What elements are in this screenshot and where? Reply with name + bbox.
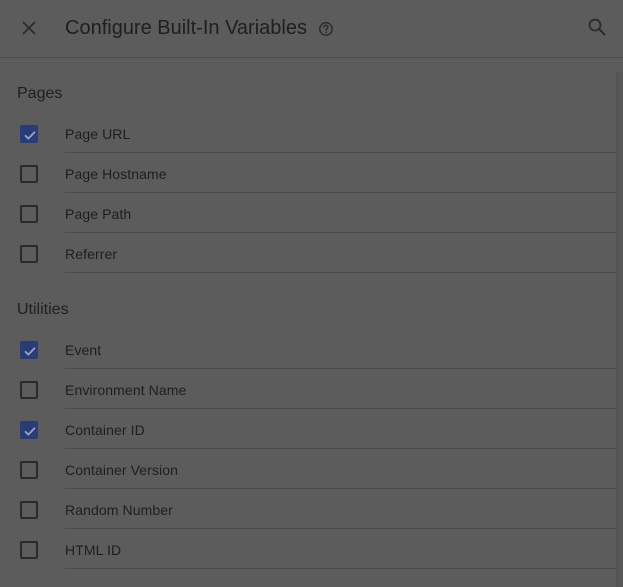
checkbox-referrer[interactable] xyxy=(20,245,38,263)
variable-label: Environment Name xyxy=(65,382,187,398)
variable-row-page-hostname[interactable]: Page Hostname xyxy=(0,153,616,193)
help-icon[interactable] xyxy=(318,21,334,37)
variable-row-referrer[interactable]: Referrer xyxy=(0,233,616,273)
close-icon xyxy=(22,21,36,35)
variable-row-html-id[interactable]: HTML ID xyxy=(0,529,616,569)
row-divider xyxy=(65,272,616,273)
variable-row-random-number[interactable]: Random Number xyxy=(0,489,616,529)
checkbox-container-id[interactable] xyxy=(20,421,38,439)
variable-label: Referrer xyxy=(65,246,118,262)
checkbox-page-hostname[interactable] xyxy=(20,165,38,183)
variable-row-container-version[interactable]: Container Version xyxy=(0,449,616,489)
row-divider xyxy=(65,568,616,569)
variable-label: Container Version xyxy=(65,462,178,478)
variable-row-page-path[interactable]: Page Path xyxy=(0,193,616,233)
checkbox-container-version[interactable] xyxy=(20,461,38,479)
section-title-utilities: Utilities xyxy=(17,301,69,318)
dialog-title: Configure Built-In Variables xyxy=(65,17,307,39)
search-button[interactable] xyxy=(582,12,612,42)
variable-label: Random Number xyxy=(65,502,173,518)
variable-label: Page Path xyxy=(65,206,132,222)
variable-row-container-id[interactable]: Container ID xyxy=(0,409,616,449)
checkbox-environment-name[interactable] xyxy=(20,381,38,399)
check-icon xyxy=(24,347,36,356)
close-button[interactable] xyxy=(14,13,44,43)
checkbox-event[interactable] xyxy=(20,341,38,359)
scrollbar[interactable] xyxy=(616,72,623,587)
section-title-pages: Pages xyxy=(17,85,63,102)
variable-label: Page Hostname xyxy=(65,166,167,182)
variable-row-event[interactable]: Event xyxy=(0,329,616,369)
checkbox-html-id[interactable] xyxy=(20,541,38,559)
variable-label: Container ID xyxy=(65,422,145,438)
variable-label: Page URL xyxy=(65,126,131,142)
check-icon xyxy=(24,131,36,140)
variables-list: Pages Page URL Page Hostname Page Path R… xyxy=(0,59,616,587)
check-icon xyxy=(24,427,36,436)
checkbox-page-url[interactable] xyxy=(20,125,38,143)
variable-label: HTML ID xyxy=(65,542,122,558)
variable-row-page-url[interactable]: Page URL xyxy=(0,113,616,153)
dialog-header: Configure Built-In Variables xyxy=(0,0,623,58)
search-icon xyxy=(588,18,606,36)
checkbox-random-number[interactable] xyxy=(20,501,38,519)
checkbox-page-path[interactable] xyxy=(20,205,38,223)
variable-row-environment-name[interactable]: Environment Name xyxy=(0,369,616,409)
variable-label: Event xyxy=(65,342,102,358)
